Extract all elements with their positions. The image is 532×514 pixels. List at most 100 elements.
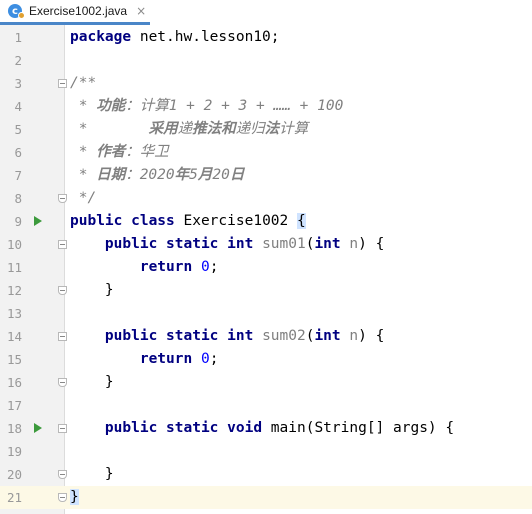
code-token: ; bbox=[209, 351, 219, 367]
code-line[interactable]: 17 bbox=[0, 394, 532, 417]
code-token: sum02 bbox=[262, 328, 306, 344]
line-number: 9 bbox=[14, 214, 22, 229]
code-line[interactable]: 12 } bbox=[0, 279, 532, 302]
code-text: * 作者：华卫 bbox=[70, 141, 169, 164]
fold-toggle-icon[interactable] bbox=[58, 332, 67, 341]
line-number: 8 bbox=[14, 191, 22, 206]
line-number: 5 bbox=[14, 122, 22, 137]
code-token: * bbox=[70, 167, 97, 183]
run-gutter-icon[interactable] bbox=[34, 423, 42, 433]
line-number: 6 bbox=[14, 145, 22, 160]
code-token: public static void bbox=[104, 420, 263, 436]
tab-exercise1002[interactable]: c Exercise1002.java × bbox=[0, 0, 150, 25]
code-token: int bbox=[314, 328, 341, 344]
line-number: 18 bbox=[6, 421, 22, 436]
code-token: 计算 bbox=[279, 121, 309, 137]
line-number: 21 bbox=[6, 490, 22, 505]
code-token: ) { bbox=[358, 328, 385, 344]
code-text: public class Exercise1002 { bbox=[70, 210, 306, 233]
code-token: 递 bbox=[177, 121, 193, 137]
code-line[interactable]: 19 bbox=[0, 440, 532, 463]
code-token: 法 bbox=[264, 121, 280, 137]
code-line[interactable]: 13 bbox=[0, 302, 532, 325]
code-token: */ bbox=[70, 190, 97, 206]
code-text: */ bbox=[70, 187, 96, 210]
code-text: * 功能：计算1 + 2 + 3 + …… + 100 bbox=[70, 95, 344, 118]
code-token: public static int bbox=[104, 236, 254, 252]
code-line[interactable]: 5 * 采用递推法和递归法计算 bbox=[0, 118, 532, 141]
code-text: return 0; bbox=[70, 256, 219, 279]
code-token: * bbox=[70, 144, 97, 160]
line-number: 20 bbox=[6, 467, 22, 482]
code-token: 采用 bbox=[148, 121, 178, 137]
code-text: package net.hw.lesson10; bbox=[70, 26, 280, 49]
code-line[interactable]: 6 * 作者：华卫 bbox=[0, 141, 532, 164]
code-line[interactable]: 7 * 日期：2020年5月20日 bbox=[0, 164, 532, 187]
code-token: 推法和 bbox=[192, 121, 236, 137]
code-text: } bbox=[70, 371, 114, 394]
code-line[interactable]: 21} bbox=[0, 486, 532, 509]
code-token: 日期 bbox=[96, 167, 126, 183]
code-token: 0 bbox=[200, 259, 210, 275]
line-number: 1 bbox=[14, 30, 22, 45]
code-token: return bbox=[139, 259, 193, 275]
code-token: ：2020 bbox=[125, 167, 175, 183]
line-number: 2 bbox=[14, 53, 22, 68]
code-text: /** bbox=[70, 72, 96, 95]
code-token: 功能 bbox=[96, 98, 126, 114]
code-text: return 0; bbox=[70, 348, 219, 371]
code-line[interactable]: 10 public static int sum01(int n) { bbox=[0, 233, 532, 256]
code-token: 作者 bbox=[96, 144, 126, 160]
fold-toggle-icon[interactable] bbox=[58, 493, 67, 502]
code-line[interactable]: 11 return 0; bbox=[0, 256, 532, 279]
code-text: * 日期：2020年5月20日 bbox=[70, 164, 245, 187]
fold-toggle-icon[interactable] bbox=[58, 470, 67, 479]
fold-toggle-icon[interactable] bbox=[58, 424, 67, 433]
code-line[interactable]: 20 } bbox=[0, 463, 532, 486]
code-line[interactable]: 14 public static int sum02(int n) { bbox=[0, 325, 532, 348]
code-token: } bbox=[70, 489, 79, 505]
line-number: 7 bbox=[14, 168, 22, 183]
code-line[interactable]: 1 package net.hw.lesson10; bbox=[0, 26, 532, 49]
code-line[interactable]: 4 * 功能：计算1 + 2 + 3 + …… + 100 bbox=[0, 95, 532, 118]
code-token: 年 bbox=[174, 167, 190, 183]
fold-toggle-icon[interactable] bbox=[58, 79, 67, 88]
fold-toggle-icon[interactable] bbox=[58, 286, 67, 295]
code-line[interactable]: 18 public static void main(String[] args… bbox=[0, 417, 532, 440]
code-editor[interactable]: 1 package net.hw.lesson10; 2 3 /** 4 * 功能：计算1… bbox=[0, 25, 532, 514]
fold-toggle-icon[interactable] bbox=[58, 240, 67, 249]
code-text: * 采用递推法和递归法计算 bbox=[70, 118, 308, 141]
fold-toggle-icon[interactable] bbox=[58, 194, 67, 203]
code-line[interactable]: 15 return 0; bbox=[0, 348, 532, 371]
code-token: 月 bbox=[197, 167, 213, 183]
code-token: * bbox=[70, 121, 149, 137]
code-token: n bbox=[349, 236, 359, 252]
run-gutter-icon[interactable] bbox=[34, 216, 42, 226]
code-token: net.hw.lesson10; bbox=[131, 29, 280, 45]
code-token: ：华卫 bbox=[125, 144, 169, 160]
code-token: 20 bbox=[212, 167, 230, 183]
code-line[interactable]: 16 } bbox=[0, 371, 532, 394]
close-icon[interactable]: × bbox=[136, 4, 146, 18]
code-line[interactable]: 8 */ bbox=[0, 187, 532, 210]
code-text: public static void main(String[] args) { bbox=[70, 417, 454, 440]
line-number: 14 bbox=[6, 329, 22, 344]
code-token: } bbox=[70, 466, 114, 482]
code-text: } bbox=[70, 486, 79, 509]
code-token: } bbox=[70, 374, 114, 390]
code-line[interactable]: 9 public class Exercise1002 { bbox=[0, 210, 532, 233]
code-line[interactable]: 2 bbox=[0, 49, 532, 72]
line-number: 4 bbox=[14, 99, 22, 114]
code-line[interactable]: 3 /** bbox=[0, 72, 532, 95]
code-token: 0 bbox=[200, 351, 210, 367]
editor-tab-bar: c Exercise1002.java × bbox=[0, 0, 532, 26]
line-number: 3 bbox=[14, 76, 22, 91]
fold-toggle-icon[interactable] bbox=[58, 378, 67, 387]
code-token: sum01 bbox=[262, 236, 306, 252]
